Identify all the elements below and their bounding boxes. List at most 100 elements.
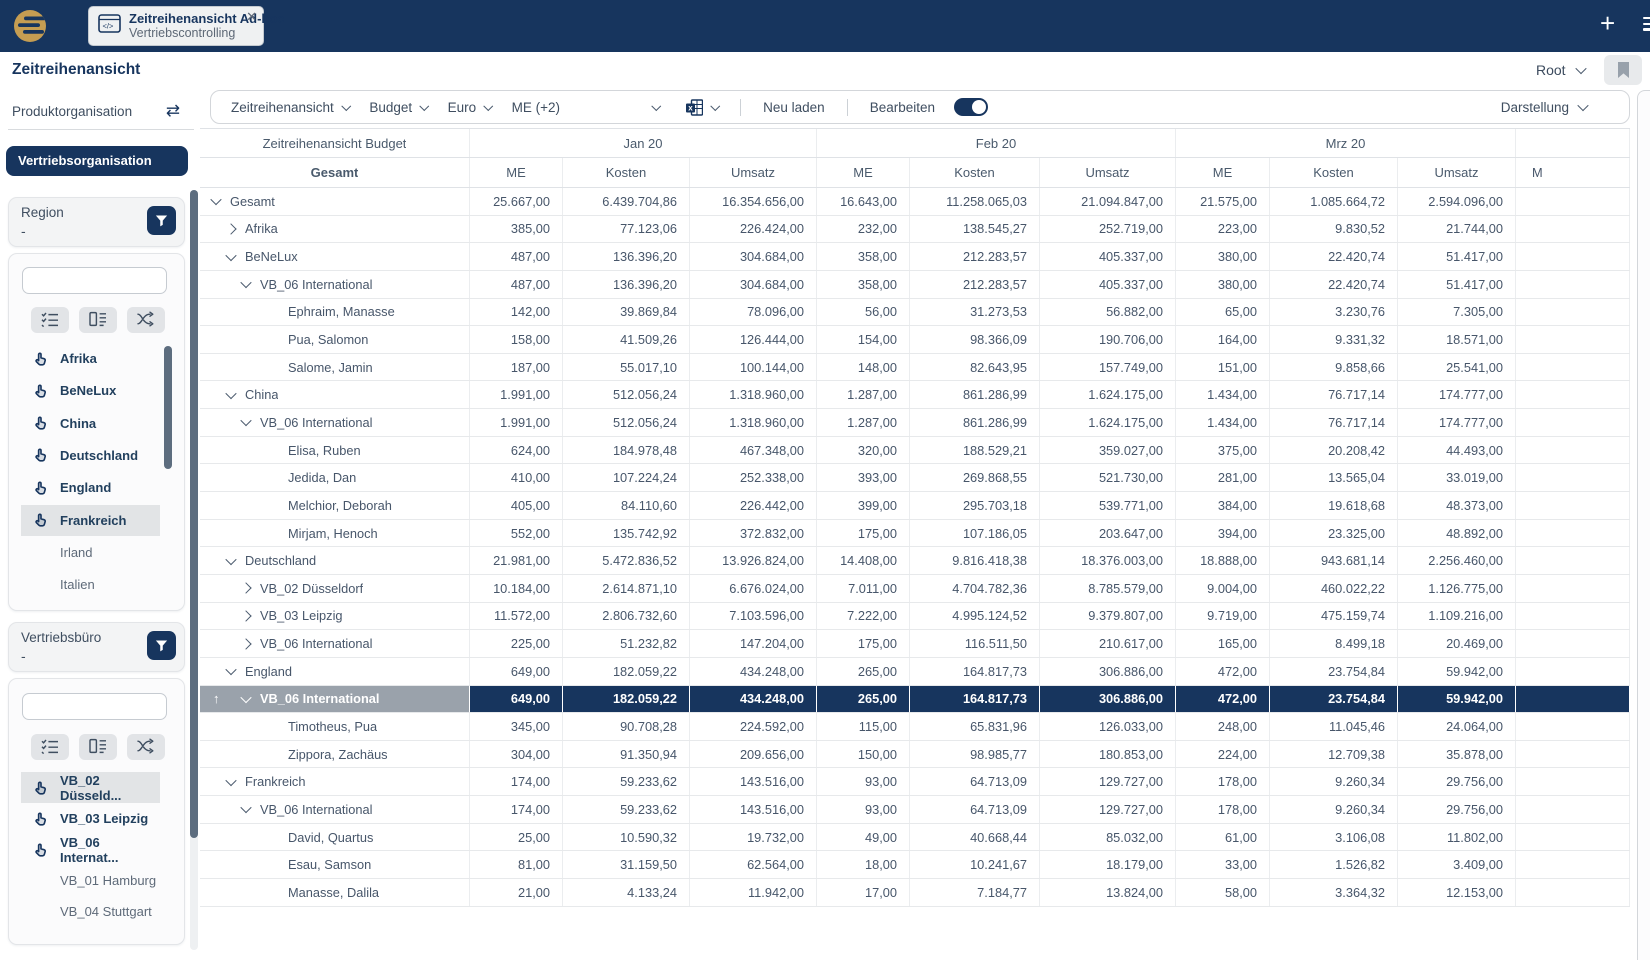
data-cell[interactable]: 8.785.579,00 <box>1040 574 1176 602</box>
data-cell[interactable]: 93,00 <box>817 768 910 796</box>
data-cell[interactable]: 9.331,32 <box>1270 326 1398 353</box>
data-cell[interactable]: 174,00 <box>470 768 563 796</box>
data-cell[interactable]: 100.144,00 <box>690 353 817 381</box>
data-cell[interactable]: 405.337,00 <box>1040 270 1176 298</box>
hierarchy-list-button[interactable] <box>79 734 117 760</box>
data-cell[interactable]: 13.926.824,00 <box>690 547 817 574</box>
table-row-deutschland[interactable]: Deutschland 21.981,00 5.472.836,52 13.926.8… <box>200 547 1630 575</box>
data-cell[interactable]: 11.942,00 <box>690 879 817 906</box>
data-cell[interactable]: 25.541,00 <box>1398 353 1516 381</box>
data-cell[interactable]: 143.516,00 <box>690 768 817 796</box>
row-label[interactable]: ↑ VB_06 International <box>200 685 470 713</box>
data-cell[interactable]: 1.991,00 <box>470 409 563 436</box>
data-cell[interactable]: 22.420,74 <box>1270 243 1398 270</box>
data-cell[interactable]: 399,00 <box>817 492 910 519</box>
toolbar-menu-euro[interactable]: Euro <box>448 100 493 115</box>
data-cell[interactable]: 31.159,50 <box>563 851 690 879</box>
data-cell[interactable]: 98.985,77 <box>910 740 1040 768</box>
search-input[interactable] <box>22 693 167 720</box>
filter-button[interactable] <box>147 631 176 660</box>
data-cell[interactable]: 405.337,00 <box>1040 243 1176 270</box>
row-label[interactable]: China <box>200 381 470 409</box>
data-cell[interactable]: 184.978,48 <box>563 436 690 464</box>
list-item-vb-04-stuttgart[interactable]: VB_04 Stuttgart <box>21 896 160 927</box>
collapse-icon[interactable] <box>210 194 222 206</box>
data-cell[interactable]: 375,00 <box>1176 436 1270 464</box>
measure-header-jan-20-umsatz[interactable]: Umsatz <box>690 158 817 187</box>
data-cell[interactable]: 359.027,00 <box>1040 436 1176 464</box>
data-cell[interactable]: 4.704.782,36 <box>910 574 1040 602</box>
data-cell[interactable]: 224.592,00 <box>690 713 817 740</box>
data-cell[interactable]: 434.248,00 <box>690 685 817 713</box>
table-row-manasse-dalila[interactable]: Manasse, Dalila 21,00 4.133,24 11.942,00 17,… <box>200 879 1630 907</box>
data-cell[interactable]: 2.614.871,10 <box>563 574 690 602</box>
data-cell[interactable]: 306.886,00 <box>1040 685 1176 713</box>
data-cell[interactable]: 252.719,00 <box>1040 215 1176 243</box>
data-cell[interactable]: 61,00 <box>1176 823 1270 851</box>
data-cell[interactable]: 232,00 <box>817 215 910 243</box>
data-cell[interactable]: 472,00 <box>1176 685 1270 713</box>
data-cell[interactable]: 20.208,42 <box>1270 436 1398 464</box>
data-cell-overflow[interactable] <box>1516 519 1630 547</box>
data-cell[interactable]: 107.186,05 <box>910 519 1040 547</box>
table-row-pua-salomon[interactable]: Pua, Salomon 158,00 41.509,26 126.444,00 154… <box>200 326 1630 354</box>
data-cell[interactable]: 9.719,00 <box>1176 602 1270 630</box>
data-cell[interactable]: 212.283,57 <box>910 270 1040 298</box>
data-cell[interactable]: 265,00 <box>817 657 910 685</box>
data-cell[interactable]: 59.233,62 <box>563 796 690 823</box>
root-selector[interactable]: Root <box>1536 62 1587 78</box>
collapse-icon[interactable] <box>240 802 252 814</box>
data-cell[interactable]: 59.233,62 <box>563 768 690 796</box>
table-row-gesamt[interactable]: Gesamt 25.667,00 6.439.704,86 16.354.656,00… <box>200 188 1630 216</box>
data-cell[interactable]: 7.305,00 <box>1398 298 1516 326</box>
data-cell[interactable]: 9.830,52 <box>1270 215 1398 243</box>
data-cell[interactable]: 90.708,28 <box>563 713 690 740</box>
data-cell[interactable]: 7.103.596,00 <box>690 602 817 630</box>
toolbar-menu-budget[interactable]: Budget <box>369 100 429 115</box>
data-cell[interactable]: 18,00 <box>817 851 910 879</box>
data-cell-overflow[interactable] <box>1516 270 1630 298</box>
row-label[interactable]: Ephraim, Manasse <box>200 298 470 326</box>
data-cell[interactable]: 59.942,00 <box>1398 657 1516 685</box>
data-cell-overflow[interactable] <box>1516 796 1630 823</box>
data-cell[interactable]: 475.159,74 <box>1270 602 1398 630</box>
expand-icon[interactable] <box>225 223 237 235</box>
data-cell[interactable]: 23.325,00 <box>1270 519 1398 547</box>
data-cell[interactable]: 19.732,00 <box>690 823 817 851</box>
data-cell-overflow[interactable] <box>1516 464 1630 492</box>
data-cell[interactable]: 8.499,18 <box>1270 630 1398 657</box>
data-cell[interactable]: 58,00 <box>1176 879 1270 906</box>
data-cell[interactable]: 649,00 <box>470 685 563 713</box>
data-cell[interactable]: 65.831,96 <box>910 713 1040 740</box>
data-cell[interactable]: 467.348,00 <box>690 436 817 464</box>
data-cell[interactable]: 150,00 <box>817 740 910 768</box>
bookmark-button[interactable] <box>1604 55 1642 85</box>
data-cell-overflow[interactable] <box>1516 630 1630 657</box>
row-label[interactable]: Manasse, Dalila <box>200 879 470 906</box>
collapse-icon[interactable] <box>240 691 252 704</box>
data-cell[interactable]: 84.110,60 <box>563 492 690 519</box>
data-cell[interactable]: 3.230,76 <box>1270 298 1398 326</box>
data-cell-overflow[interactable] <box>1516 740 1630 768</box>
edit-toggle[interactable]: Bearbeiten <box>870 98 989 116</box>
data-cell[interactable]: 51.417,00 <box>1398 243 1516 270</box>
data-cell[interactable]: 861.286,99 <box>910 381 1040 409</box>
data-cell[interactable]: 7.184,77 <box>910 879 1040 906</box>
dimension-switcher[interactable]: Produktorganisation ⇄ <box>12 101 180 121</box>
data-cell[interactable]: 472,00 <box>1176 657 1270 685</box>
measure-header-jan-20-me[interactable]: ME <box>470 158 563 187</box>
data-cell[interactable]: 23.754,84 <box>1270 685 1398 713</box>
select-all-button[interactable] <box>31 734 69 760</box>
data-cell[interactable]: 624,00 <box>470 436 563 464</box>
data-cell[interactable]: 107.224,24 <box>563 464 690 492</box>
collapse-icon[interactable] <box>225 664 237 676</box>
data-cell[interactable]: 9.816.418,38 <box>910 547 1040 574</box>
table-row-frankreich[interactable]: Frankreich 174,00 59.233,62 143.516,00 93,00… <box>200 768 1630 797</box>
data-cell[interactable]: 304.684,00 <box>690 243 817 270</box>
data-cell[interactable]: 203.647,00 <box>1040 519 1176 547</box>
data-cell[interactable]: 552,00 <box>470 519 563 547</box>
data-cell[interactable]: 25,00 <box>470 823 563 851</box>
data-cell[interactable]: 405,00 <box>470 492 563 519</box>
collapse-icon[interactable] <box>225 774 237 787</box>
list-item-china[interactable]: China <box>21 408 160 439</box>
